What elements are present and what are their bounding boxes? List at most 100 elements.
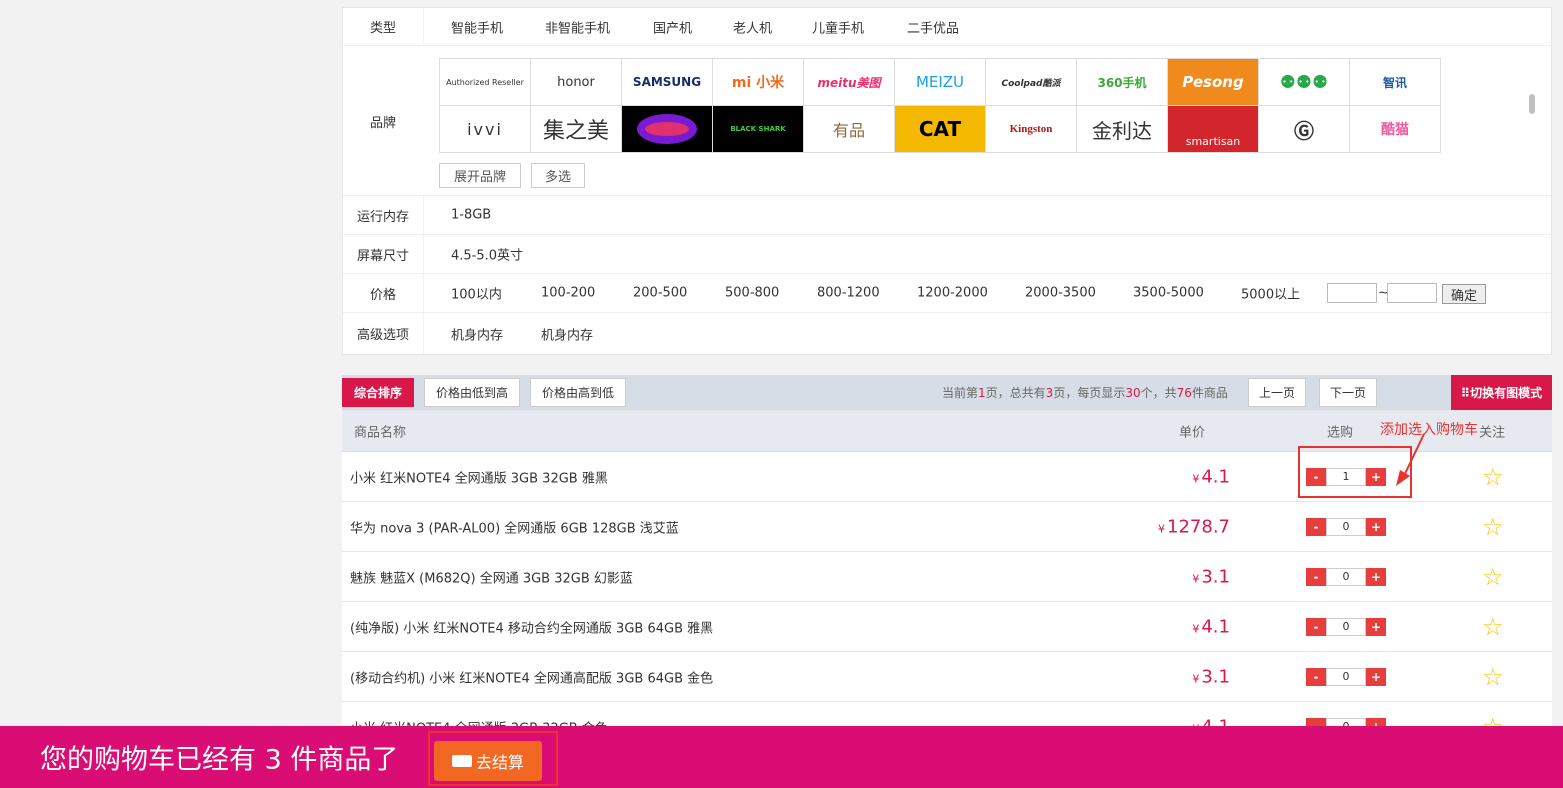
type-option[interactable]: 国产机: [653, 17, 692, 36]
decrease-button[interactable]: -: [1306, 567, 1326, 586]
sort-price-desc-button[interactable]: 价格由高到低: [530, 378, 626, 407]
brand-logo[interactable]: Kingston: [986, 106, 1077, 153]
brand-logo-circle-icon[interactable]: [622, 106, 713, 153]
product-name[interactable]: 华为 nova 3 (PAR-AL00) 全网通版 6GB 128GB 浅艾蓝: [350, 517, 679, 536]
sort-price-asc-button[interactable]: 价格由低到高: [424, 378, 520, 407]
price-option[interactable]: 5000以上: [1241, 284, 1300, 303]
brand-logo[interactable]: 有品: [804, 106, 895, 153]
table-row: 华为 nova 3 (PAR-AL00) 全网通版 6GB 128GB 浅艾蓝 …: [342, 502, 1552, 552]
price-max-input[interactable]: [1387, 283, 1437, 303]
price-option[interactable]: 3500-5000: [1133, 286, 1204, 301]
price-option[interactable]: 2000-3500: [1025, 286, 1096, 301]
brand-logo[interactable]: smartisan: [1168, 106, 1259, 153]
price-option[interactable]: 500-800: [725, 286, 779, 301]
star-icon[interactable]: ☆: [1482, 615, 1504, 639]
screen-option[interactable]: 4.5-5.0英寸: [451, 245, 523, 264]
col-follow-header: 关注: [1479, 425, 1506, 440]
table-row: (纯净版) 小米 红米NOTE4 移动合约全网通版 3GB 64GB 雅黑 ¥4…: [342, 602, 1552, 652]
brand-logo[interactable]: 金利达: [1077, 106, 1168, 153]
filter-row-screen: 屏幕尺寸 4.5-5.0英寸: [343, 235, 1551, 274]
filter-row-brand: 品牌 Authorized Reseller honor SAMSUNG mi …: [343, 46, 1551, 196]
brand-scrollbar[interactable]: [1529, 94, 1535, 114]
star-icon[interactable]: ☆: [1482, 565, 1504, 589]
increase-button[interactable]: +: [1366, 517, 1386, 536]
price-option[interactable]: 1200-2000: [917, 286, 988, 301]
checkout-highlight-box: 去结算: [428, 731, 558, 786]
brand-logo[interactable]: 酷猫: [1350, 106, 1441, 153]
advanced-option[interactable]: 机身内存: [541, 324, 593, 343]
quantity-input[interactable]: 0: [1326, 667, 1366, 686]
decrease-button[interactable]: -: [1306, 667, 1326, 686]
brand-grid: Authorized Reseller honor SAMSUNG mi 小米 …: [439, 58, 1441, 153]
expand-brands-button[interactable]: 展开品牌: [439, 163, 521, 188]
quantity-input[interactable]: 0: [1326, 567, 1366, 586]
type-option[interactable]: 非智能手机: [545, 17, 610, 36]
brand-logo[interactable]: SAMSUNG: [622, 59, 713, 106]
currency-symbol: ¥: [1192, 472, 1200, 485]
brand-logo[interactable]: 集之美: [531, 106, 622, 153]
price-option[interactable]: 200-500: [633, 286, 687, 301]
brand-logo[interactable]: 智讯: [1350, 59, 1441, 106]
next-page-button[interactable]: 下一页: [1319, 378, 1377, 407]
quantity-input[interactable]: 0: [1326, 617, 1366, 636]
brand-logo[interactable]: CAT: [895, 106, 986, 153]
brand-logo[interactable]: Authorized Reseller: [440, 59, 531, 106]
price-confirm-button[interactable]: 确定: [1442, 284, 1486, 304]
brand-logo[interactable]: BLACK SHARK: [713, 106, 804, 153]
page-info-text: 个，共: [1140, 386, 1177, 400]
star-icon[interactable]: ☆: [1482, 665, 1504, 689]
col-name-header: 商品名称: [354, 425, 407, 440]
price-option[interactable]: 800-1200: [817, 286, 880, 301]
filter-label-screen: 屏幕尺寸: [356, 248, 409, 264]
increase-button[interactable]: +: [1366, 567, 1386, 586]
brand-logo[interactable]: meitu美图: [804, 59, 895, 106]
increase-button[interactable]: +: [1366, 617, 1386, 636]
product-name[interactable]: 小米 红米NOTE4 全网通版 3GB 32GB 雅黑: [350, 467, 608, 486]
advanced-option[interactable]: 机身内存: [451, 324, 503, 343]
price-min-input[interactable]: [1327, 283, 1377, 303]
increase-button[interactable]: +: [1366, 667, 1386, 686]
total-items: 76: [1176, 385, 1192, 400]
product-price: ¥1278.7: [1158, 516, 1230, 537]
price-option[interactable]: 100-200: [541, 286, 595, 301]
quantity-stepper: - 0 +: [1306, 617, 1386, 636]
star-icon[interactable]: ☆: [1482, 515, 1504, 539]
filter-panel: 类型 智能手机 非智能手机 国产机 老人机 儿童手机 二手优品 品牌 Autho…: [342, 7, 1552, 355]
product-price: ¥3.1: [1192, 566, 1230, 587]
checkout-button[interactable]: 去结算: [434, 741, 542, 781]
star-icon[interactable]: ☆: [1482, 465, 1504, 489]
total-pages: 3: [1045, 385, 1054, 400]
col-select-header: 选购: [1327, 425, 1354, 440]
ram-option[interactable]: 1-8GB: [451, 208, 491, 223]
type-option[interactable]: 老人机: [733, 17, 772, 36]
cart-message: 您的购物车已经有 3 件商品了: [40, 744, 399, 776]
table-row: 小米 红米NOTE4 全网通版 3GB 32GB 金色 ¥4.1 - 0 + ☆: [342, 702, 1552, 728]
brand-logo[interactable]: honor: [531, 59, 622, 106]
type-option[interactable]: 二手优品: [907, 17, 959, 36]
brand-logo[interactable]: ivvi: [440, 106, 531, 153]
quantity-stepper: - 0 +: [1306, 567, 1386, 586]
product-name[interactable]: (移动合约机) 小米 红米NOTE4 全网通高配版 3GB 64GB 金色: [350, 667, 713, 686]
product-price: ¥3.1: [1192, 666, 1230, 687]
switch-grid-mode-button[interactable]: ⠿切换有图模式: [1451, 375, 1552, 410]
multi-select-button[interactable]: 多选: [531, 163, 585, 188]
price-option[interactable]: 100以内: [451, 284, 502, 303]
decrease-button[interactable]: -: [1306, 617, 1326, 636]
brand-logo[interactable]: 360手机: [1077, 59, 1168, 106]
prev-page-button[interactable]: 上一页: [1248, 378, 1306, 407]
type-option[interactable]: 智能手机: [451, 17, 503, 36]
brand-logo[interactable]: Coolpad酷派: [986, 59, 1077, 106]
brand-logo-people-icon[interactable]: ⚉⚉⚉: [1259, 59, 1350, 106]
type-option[interactable]: 儿童手机: [812, 17, 864, 36]
page-info-text: 页，总共有: [985, 386, 1046, 400]
brand-logo[interactable]: Pesong: [1168, 59, 1259, 106]
product-name[interactable]: 魅族 魅蓝X (M682Q) 全网通 3GB 32GB 幻影蓝: [350, 567, 633, 586]
decrease-button[interactable]: -: [1306, 517, 1326, 536]
brand-logo-g-icon[interactable]: Ⓖ: [1259, 106, 1350, 153]
price-value: 4.1: [1201, 466, 1230, 487]
product-name[interactable]: (纯净版) 小米 红米NOTE4 移动合约全网通版 3GB 64GB 雅黑: [350, 617, 713, 636]
brand-logo[interactable]: mi 小米: [713, 59, 804, 106]
quantity-input[interactable]: 0: [1326, 517, 1366, 536]
brand-logo[interactable]: MEIZU: [895, 59, 986, 106]
sort-default-button[interactable]: 综合排序: [342, 378, 414, 407]
